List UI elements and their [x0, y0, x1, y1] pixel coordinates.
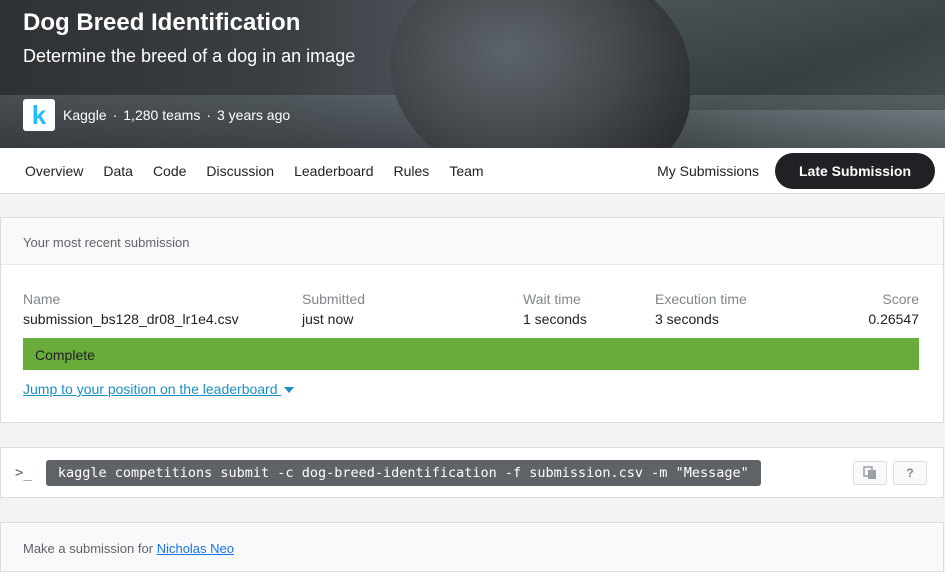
- jump-to-leaderboard-link[interactable]: Jump to your position on the leaderboard: [23, 381, 295, 397]
- kaggle-logo-icon[interactable]: k: [23, 99, 55, 131]
- submitted-column: Submitted just now: [302, 291, 365, 327]
- terminal-icon: >_: [15, 464, 32, 481]
- submission-row: Name submission_bs128_dr08_lr1e4.csv Sub…: [1, 265, 943, 335]
- execution-time-label: Execution time: [655, 291, 747, 307]
- wait-time-value: 1 seconds: [523, 311, 587, 327]
- execution-time-column: Execution time 3 seconds: [655, 291, 747, 327]
- competition-title: Dog Breed Identification: [23, 9, 301, 36]
- submission-file-name: submission_bs128_dr08_lr1e4.csv: [23, 311, 239, 327]
- make-submission-text: Make a submission for: [23, 541, 154, 556]
- recent-submission-card: Your most recent submission Name submiss…: [0, 217, 944, 423]
- help-button[interactable]: ?: [893, 461, 927, 485]
- late-submission-button[interactable]: Late Submission: [775, 153, 935, 189]
- name-column: Name submission_bs128_dr08_lr1e4.csv: [23, 291, 239, 327]
- tab-leaderboard[interactable]: Leaderboard: [294, 163, 373, 179]
- my-submissions-link[interactable]: My Submissions: [657, 163, 759, 179]
- jump-link-label: Jump to your position on the leaderboard: [23, 381, 278, 397]
- execution-time-value: 3 seconds: [655, 311, 719, 327]
- copy-button[interactable]: [853, 461, 887, 485]
- status-bar: Complete: [23, 338, 919, 370]
- competition-age: 3 years ago: [217, 107, 291, 123]
- meta-separator: ·: [206, 107, 211, 123]
- user-link[interactable]: Nicholas Neo: [157, 541, 234, 556]
- competition-subtitle: Determine the breed of a dog in an image: [23, 46, 356, 66]
- submitted-value: just now: [302, 311, 354, 327]
- competition-header: Dog Breed Identification Determine the b…: [0, 0, 945, 148]
- caret-down-icon: [284, 387, 295, 394]
- recent-submission-heading: Your most recent submission: [1, 218, 943, 265]
- cli-command-card: >_ kaggle competitions submit -c dog-bre…: [0, 447, 944, 498]
- name-label: Name: [23, 291, 61, 307]
- wait-time-column: Wait time 1 seconds: [523, 291, 587, 327]
- submitted-label: Submitted: [302, 291, 366, 307]
- tab-team[interactable]: Team: [449, 163, 483, 179]
- nav-actions: My Submissions Late Submission: [657, 153, 935, 189]
- header-dog-image: [390, 0, 690, 148]
- tab-discussion[interactable]: Discussion: [206, 163, 274, 179]
- score-column: Score 0.26547: [868, 291, 919, 327]
- score-value: 0.26547: [868, 311, 919, 327]
- host-name[interactable]: Kaggle: [63, 107, 107, 123]
- wait-time-label: Wait time: [523, 291, 581, 307]
- make-submission-card: Make a submission for Nicholas Neo: [0, 522, 944, 572]
- score-label: Score: [882, 291, 919, 307]
- tab-overview[interactable]: Overview: [25, 163, 83, 179]
- competition-nav: Overview Data Code Discussion Leaderboar…: [0, 148, 945, 194]
- tab-code[interactable]: Code: [153, 163, 186, 179]
- copy-icon: [863, 466, 876, 479]
- tab-rules[interactable]: Rules: [394, 163, 430, 179]
- tab-data[interactable]: Data: [103, 163, 133, 179]
- cli-command[interactable]: kaggle competitions submit -c dog-breed-…: [45, 459, 761, 486]
- meta-separator: ·: [112, 107, 118, 123]
- team-count[interactable]: 1,280 teams: [123, 107, 200, 123]
- competition-meta: k Kaggle · 1,280 teams · 3 years ago: [23, 99, 290, 131]
